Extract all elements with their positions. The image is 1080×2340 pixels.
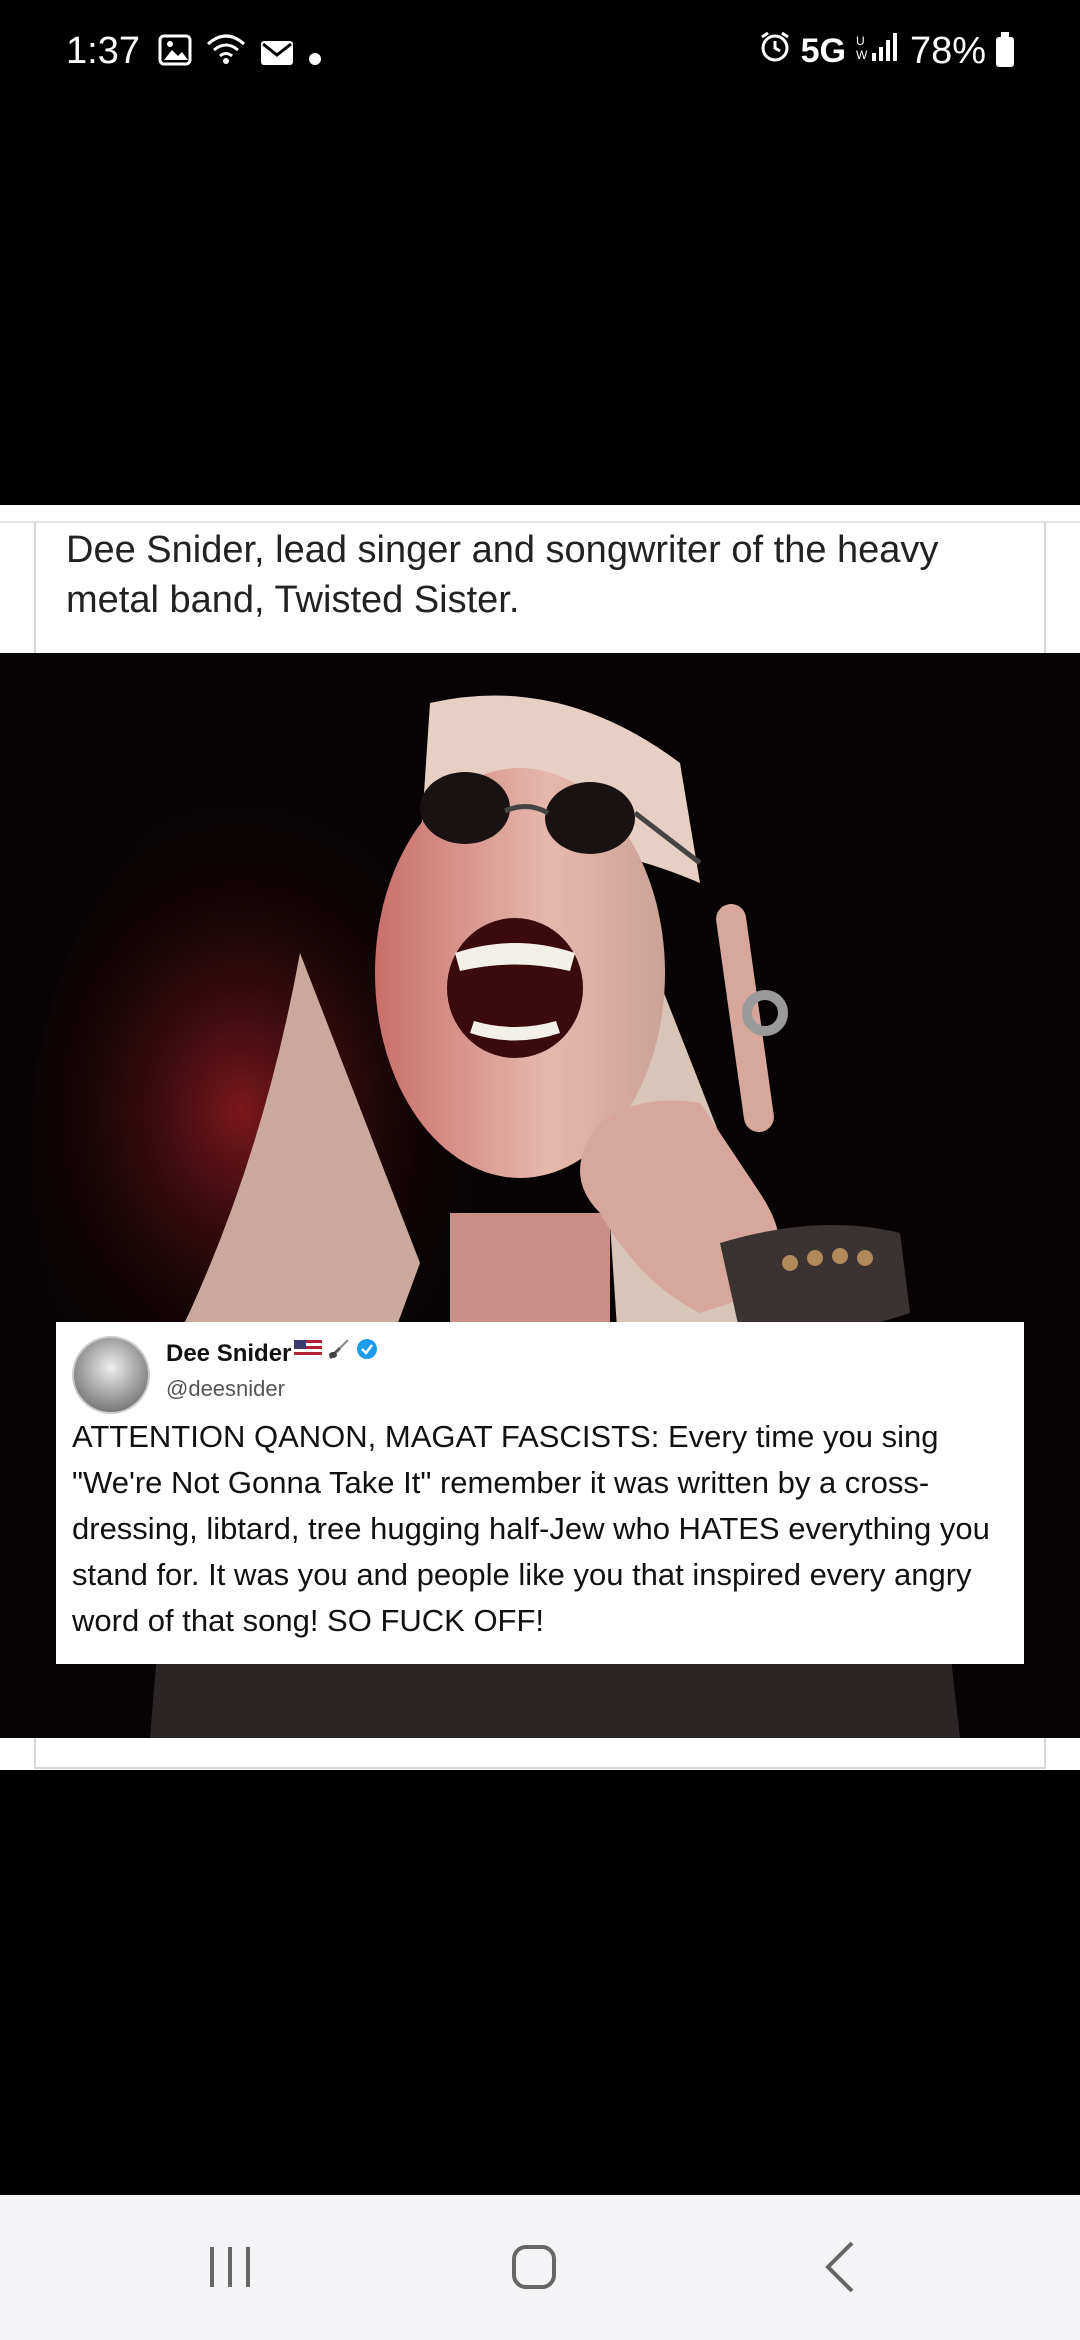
svg-text:U: U <box>856 34 865 48</box>
battery-percent: 78% <box>909 30 986 72</box>
gallery-icon <box>158 33 192 76</box>
tweet-badges <box>294 1338 378 1365</box>
avatar <box>72 1336 150 1414</box>
verified-badge-icon <box>356 1338 378 1365</box>
post-caption: Dee Snider, lead singer and songwriter o… <box>66 529 939 621</box>
status-right: 5G UW 78% <box>759 30 1014 73</box>
battery-icon <box>996 31 1014 67</box>
alarm-icon <box>759 30 791 73</box>
recents-button[interactable] <box>210 2247 250 2287</box>
mail-icon <box>260 33 294 76</box>
svg-text:W: W <box>856 48 868 62</box>
wifi-icon <box>206 32 246 76</box>
status-bar: 1:37 5G UW 78% <box>0 0 1080 100</box>
recents-icon-bar <box>246 2247 250 2287</box>
tweet-author-name: Dee Snider <box>166 1340 292 1367</box>
back-button[interactable] <box>822 2239 858 2300</box>
tweet-card: Dee Snider @deesnider ATTENTION QANON, M… <box>56 1322 1024 1664</box>
recents-icon-bar <box>210 2247 214 2287</box>
home-button[interactable] <box>512 2245 556 2289</box>
status-time: 1:37 <box>66 30 140 72</box>
notification-dot-icon <box>308 33 322 76</box>
signal-icon: UW <box>856 30 900 73</box>
card-divider <box>0 521 1080 523</box>
navigation-bar <box>0 2195 1080 2340</box>
back-chevron-icon <box>825 2241 854 2293</box>
guitar-icon <box>328 1338 350 1365</box>
recents-icon-bar <box>228 2247 232 2287</box>
network-type: 5G <box>800 32 846 70</box>
notification-icons <box>158 32 322 76</box>
card-divider-bottom <box>34 1767 1046 1769</box>
tweet-text: ATTENTION QANON, MAGAT FASCISTS: Every t… <box>72 1419 990 1638</box>
us-flag-icon <box>294 1340 322 1363</box>
tweet-handle: @deesnider <box>166 1376 285 1401</box>
